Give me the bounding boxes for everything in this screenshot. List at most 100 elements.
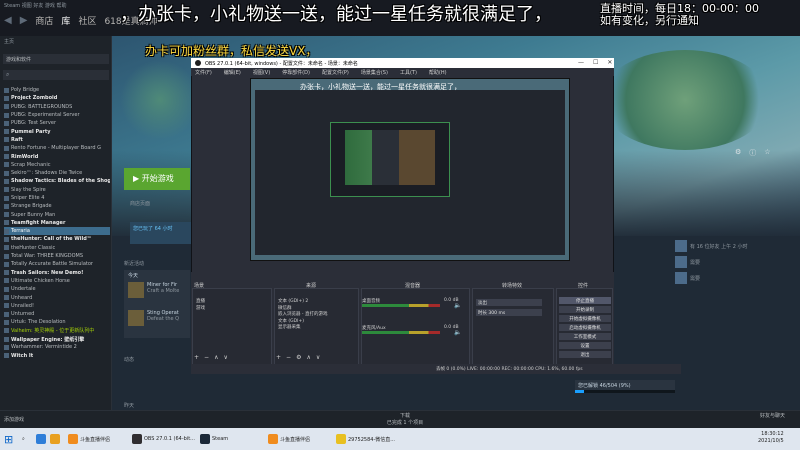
friend-row[interactable]: 需要 (675, 270, 795, 286)
game-list-item[interactable]: Urtuk: The Desolation (4, 318, 110, 326)
control-button[interactable]: 设置 (559, 342, 611, 349)
game-list-item[interactable]: Project Zomboid (4, 94, 110, 102)
source-item[interactable]: 显示器采集 (276, 324, 356, 331)
game-list-item[interactable]: Wallpaper Engine: 壁纸引擎 (4, 335, 110, 343)
game-list-item[interactable]: Ultimate Chicken Horse (4, 277, 110, 285)
game-list-item[interactable]: Witch It (4, 352, 110, 360)
transition-select[interactable]: 淡出 (476, 299, 542, 306)
library-search[interactable]: ⌕ (3, 70, 109, 80)
remove-icon[interactable]: − (286, 354, 291, 361)
game-list-item[interactable]: Total War: THREE KINGDOMS (4, 252, 110, 260)
game-list-item[interactable]: Scrap Mechanic (4, 161, 110, 169)
up-icon[interactable]: ∧ (214, 354, 218, 361)
speaker-icon[interactable]: 🔈 (454, 329, 461, 336)
control-button[interactable]: 开始录制 (559, 306, 611, 313)
friend-row[interactable]: 需要 (675, 254, 795, 270)
game-list-item[interactable]: PUBG: Experimental Server (4, 111, 110, 119)
library-home[interactable]: 主页 (4, 38, 14, 45)
close-icon[interactable]: ✕ (607, 59, 612, 66)
control-button[interactable]: 停止直播 (559, 297, 611, 304)
windows-start-icon[interactable]: ⊞ (4, 433, 16, 446)
obs-menu-item[interactable]: 停靠部件(D) (282, 69, 310, 76)
nav-store[interactable]: 商店 (35, 14, 53, 27)
game-list-item[interactable]: Unturned (4, 310, 110, 318)
obs-menu-item[interactable]: 视图(V) (253, 69, 270, 76)
obs-menu-item[interactable]: 场景集合(S) (361, 69, 388, 76)
game-list-item[interactable]: Totally Accurate Battle Simulator (4, 260, 110, 268)
obs-menu-item[interactable]: 编辑(E) (224, 69, 241, 76)
game-list-item[interactable]: Trash Sailors: New Demo! (4, 269, 110, 277)
nav-library[interactable]: 库 (61, 14, 70, 27)
taskbar-clock[interactable]: 18:30:12 2021/10/5 (758, 431, 784, 445)
game-list-item[interactable]: Slay the Spire (4, 186, 110, 194)
down-icon[interactable]: ∨ (316, 354, 320, 361)
game-list-item[interactable]: Unrailed! (4, 302, 110, 310)
control-button[interactable]: 工作室模式 (559, 333, 611, 340)
game-list-item[interactable]: Pummel Party (4, 127, 110, 135)
control-button[interactable]: 启动虚拟摄像机 (559, 324, 611, 331)
control-button[interactable]: 退出 (559, 351, 611, 358)
obs-menu-item[interactable]: 文件(F) (195, 69, 212, 76)
achievement-item[interactable]: Sting Operat Defeat the Q (128, 310, 188, 336)
add-icon[interactable]: + (276, 354, 281, 361)
game-list-item[interactable]: Strange Brigade (4, 202, 110, 210)
add-game-button[interactable]: 添加游戏 (0, 410, 112, 428)
game-list-item[interactable]: Valheim: 英灵神殿 - 位于更新队列中 (4, 327, 110, 335)
info-icon[interactable]: ⓘ (749, 148, 756, 158)
gear-icon[interactable]: ⚙ (735, 148, 741, 158)
taskbar-app[interactable]: 29752584-微信直... (336, 432, 395, 446)
game-list-item[interactable]: Terraria (4, 227, 110, 236)
minimize-icon[interactable]: — (578, 59, 584, 66)
maximize-icon[interactable]: ☐ (593, 59, 598, 66)
control-button[interactable]: 开始虚拟摄像机 (559, 315, 611, 322)
down-icon[interactable]: ∨ (223, 354, 227, 361)
steam-menu-bar[interactable]: Steam 视图 好友 游戏 帮助 (4, 2, 67, 9)
game-list-item[interactable]: Undertale (4, 285, 110, 293)
taskbar-app[interactable]: OBS 27.0.1 (64-bit... (132, 432, 195, 446)
game-list-item[interactable]: Unheard (4, 293, 110, 301)
achievement-item[interactable]: Miner for Fir Craft a Molte (128, 282, 188, 308)
forward-arrow-icon[interactable]: ▶ (20, 15, 28, 26)
remove-icon[interactable]: − (204, 354, 209, 361)
game-icon (4, 104, 9, 110)
game-list-item[interactable]: Teamfight Manager (4, 219, 110, 227)
game-list-item[interactable]: Warhammer: Vermintide 2 (4, 343, 110, 351)
game-list-item[interactable]: Sniper Elite 4 (4, 194, 110, 202)
game-list-item[interactable]: PUBG: BATTLEGROUNDS (4, 103, 110, 111)
obs-menu-item[interactable]: 配置文件(P) (322, 69, 349, 76)
game-list-item[interactable]: PUBG: Test Server (4, 119, 110, 127)
taskbar-search-icon[interactable]: ⌕ (22, 432, 25, 446)
back-arrow-icon[interactable]: ◀ (4, 15, 12, 26)
nav-community[interactable]: 社区 (78, 14, 96, 27)
game-title: Pummel Party (11, 128, 51, 135)
game-list-item[interactable]: Rento Fortune - Multiplayer Board G (4, 144, 110, 152)
game-list-item[interactable]: Shadow Tactics: Blades of the Shog (4, 177, 110, 185)
game-list-item[interactable]: Poly Bridge (4, 86, 110, 94)
taskbar-app[interactable]: Steam (200, 432, 228, 446)
obs-menu-item[interactable]: 帮助(H) (429, 69, 447, 76)
taskbar-app[interactable]: 斗鱼直播伴侣 (268, 432, 310, 446)
up-icon[interactable]: ∧ (306, 354, 310, 361)
taskbar-icon[interactable] (50, 432, 60, 446)
game-list-item[interactable]: theHunter Classic (4, 244, 110, 252)
add-icon[interactable]: + (194, 354, 199, 361)
game-list-item[interactable]: Raft (4, 136, 110, 144)
game-list-item[interactable]: Sekiro™: Shadows Die Twice (4, 169, 110, 177)
obs-menu-item[interactable]: 工具(T) (400, 69, 417, 76)
play-button[interactable]: ▶ 开始游戏 (124, 168, 190, 190)
friend-row[interactable]: 有 16 位好友 上午 2 小时 (675, 238, 795, 254)
friends-chat-button[interactable]: 好友与聊天 (760, 412, 785, 419)
game-list-item[interactable]: Super Bunny Man (4, 210, 110, 218)
library-filter[interactable]: 游戏和软件 (3, 54, 109, 64)
game-list-item[interactable]: theHunter: Call of the Wild™ (4, 235, 110, 243)
speaker-icon[interactable]: 🔈 (454, 302, 461, 309)
scene-item[interactable]: 游戏 (194, 305, 270, 312)
transition-duration[interactable]: 时长 300 ms (476, 309, 542, 316)
taskbar-app[interactable]: 斗鱼直播伴侣 (68, 432, 110, 446)
star-icon[interactable]: ☆ (764, 148, 770, 158)
gear-icon[interactable]: ⚙ (296, 354, 301, 361)
store-page-link[interactable]: 商店页面 (130, 200, 150, 207)
downloads-status[interactable]: 下载 已完成 1 个项目 (385, 412, 425, 426)
taskbar-icon[interactable] (36, 432, 46, 446)
game-list-item[interactable]: RimWorld (4, 152, 110, 160)
